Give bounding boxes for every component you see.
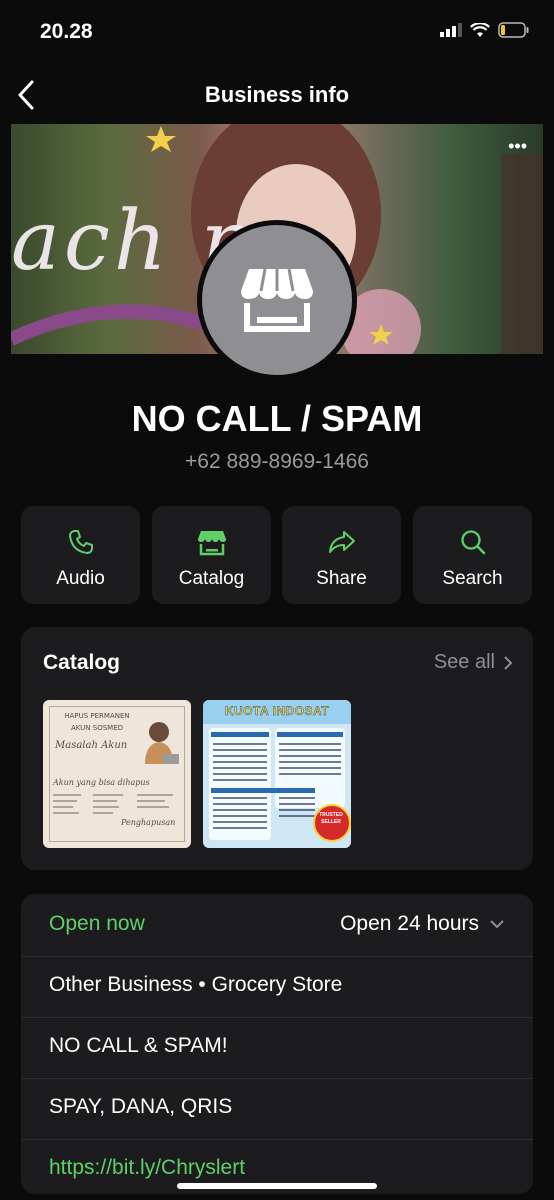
avatar[interactable]	[197, 220, 357, 380]
hours-dropdown[interactable]: Open 24 hours	[340, 912, 505, 936]
business-description: NO CALL & SPAM!	[49, 1034, 228, 1057]
catalog-item-1-title: HAPUS PERMANEN AKUN SOSMED	[64, 712, 130, 732]
share-button[interactable]: Share	[282, 506, 401, 604]
catalog-button[interactable]: Catalog	[152, 506, 271, 604]
catalog-item-1-sub2: Akun yang bisa dihapus	[53, 778, 150, 787]
action-label-search: Search	[442, 568, 503, 589]
action-label-catalog: Catalog	[178, 568, 245, 589]
website-link[interactable]: https://bit.ly/Chryslert	[49, 1156, 245, 1180]
hours-label: Open 24 hours	[340, 912, 479, 935]
see-all-link[interactable]: See all	[434, 651, 513, 674]
trusted-seller-badge: TRUSTED SELLER	[319, 812, 343, 825]
text-lines	[53, 794, 173, 814]
business-phone[interactable]: +62 889-8969-1466	[0, 450, 554, 474]
catalog-title: Catalog	[43, 651, 121, 674]
business-info-section: Open now Open 24 hours Other Business • …	[21, 894, 533, 1194]
catalog-item-1[interactable]: HAPUS PERMANEN AKUN SOSMED Masalah Akun …	[43, 700, 191, 848]
search-icon	[460, 530, 485, 555]
catalog-item-2-title: KUOTA INDOSAT	[224, 704, 330, 718]
share-arrow-icon	[328, 531, 355, 553]
battery-icon	[498, 22, 529, 38]
payment-row: SPAY, DANA, QRIS	[21, 1077, 533, 1140]
hours-row[interactable]: Open now Open 24 hours	[21, 894, 533, 957]
category-row: Other Business • Grocery Store	[21, 955, 533, 1018]
see-all-label: See all	[433, 651, 495, 673]
person-illustration	[145, 722, 179, 764]
catalog-section: Catalog See all HAPUS PERMANEN AKUN SOSM…	[21, 627, 533, 870]
catalog-item-2[interactable]: KUOTA INDOSAT TRUSTED SELLER	[203, 700, 351, 848]
storefront-icon	[197, 531, 226, 556]
page-title: Business info	[204, 82, 350, 107]
status-time: 20.28	[40, 20, 93, 43]
action-label-audio: Audio	[56, 568, 105, 589]
business-name: NO CALL / SPAM	[131, 398, 423, 439]
signal-icon	[440, 23, 462, 37]
home-indicator[interactable]	[177, 1183, 377, 1189]
open-now-status: Open now	[49, 912, 145, 935]
catalog-item-1-sub3: Penghapusan	[121, 818, 176, 827]
status-icons	[440, 22, 530, 38]
wifi-icon	[470, 22, 490, 37]
chevron-right-icon	[504, 655, 513, 670]
catalog-item-1-subtitle: Masalah Akun	[55, 740, 128, 751]
payment-methods: SPAY, DANA, QRIS	[49, 1095, 233, 1118]
more-icon[interactable]: •••	[508, 136, 527, 157]
search-button[interactable]: Search	[413, 506, 532, 604]
phone-icon	[68, 530, 93, 554]
chevron-down-icon	[490, 920, 504, 929]
storefront-icon	[241, 268, 313, 332]
audio-call-button[interactable]: Audio	[21, 506, 140, 604]
action-label-share: Share	[316, 568, 367, 589]
description-row: NO CALL & SPAM!	[21, 1016, 533, 1079]
business-category: Other Business • Grocery Store	[49, 973, 343, 996]
